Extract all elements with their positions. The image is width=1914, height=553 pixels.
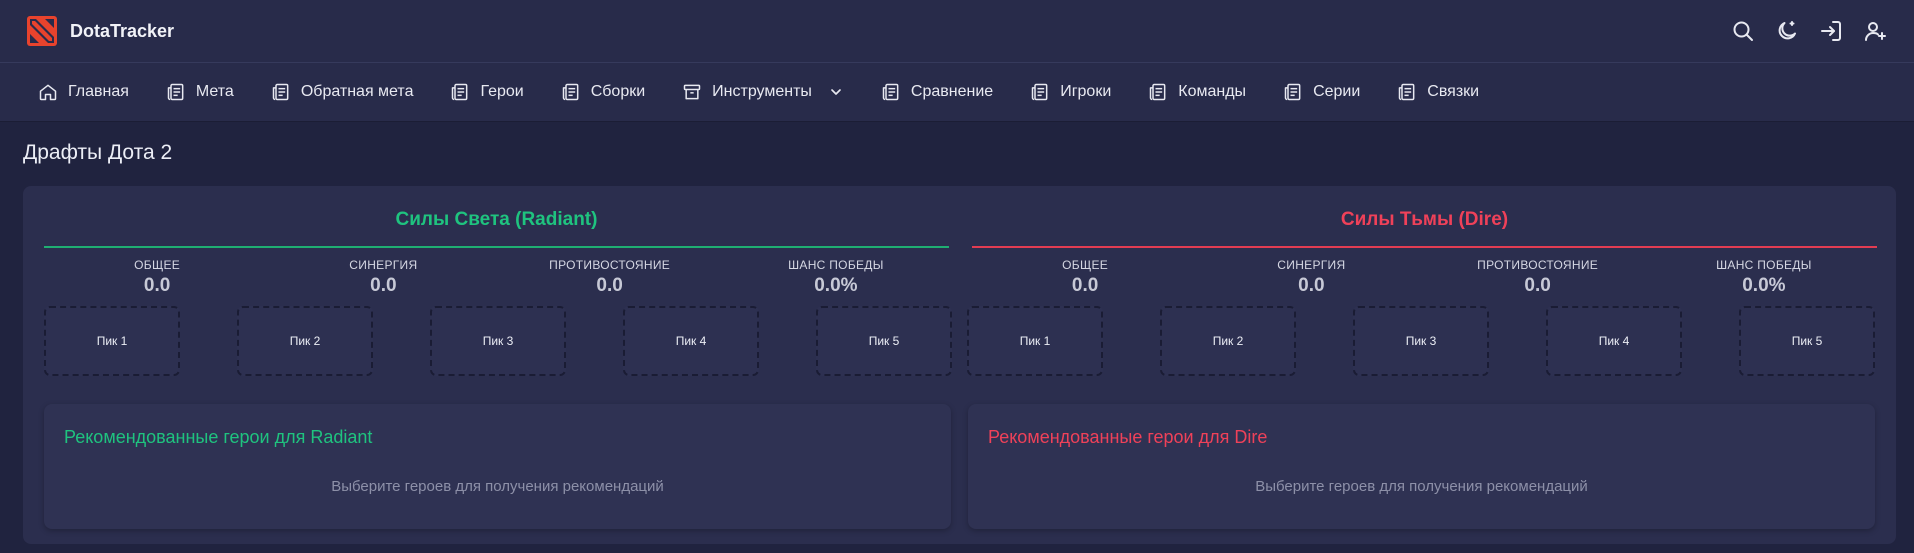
radiant-pick-slot-4[interactable]: Пик 4: [623, 306, 759, 376]
nav-item-label: Связки: [1427, 83, 1480, 100]
radiant-rec-title: Рекомендованные герои для Radiant: [64, 427, 373, 447]
dire-divider: [972, 246, 1877, 248]
nav-item-label: Обратная мета: [300, 83, 414, 100]
dire-rec-title: Рекомендованные герои для Dire: [988, 427, 1268, 447]
radiant-stats: ОБЩЕЕ 0.0 СИНЕРГИЯ 0.0 ПРОТИВОСТОЯНИЕ 0.…: [44, 258, 949, 297]
stat-value: 0.0%: [1742, 275, 1786, 296]
nav-item-11[interactable]: Связки: [1397, 82, 1479, 102]
dire-section: Силы Тьмы (Dire) ОБЩЕЕ 0.0 СИНЕРГИЯ 0.0 …: [967, 186, 1877, 376]
stat-value: 0.0: [1071, 275, 1099, 296]
nav-item-7[interactable]: Сравнение: [881, 82, 993, 102]
stat-value: 0.0: [1524, 275, 1551, 296]
radiant-picks: Пик 1 Пик 2 Пик 3 Пик 4 Пик 5: [44, 306, 952, 376]
radiant-pick-slot-5[interactable]: Пик 5: [816, 306, 952, 376]
radiant-pick-slot-2[interactable]: Пик 2: [237, 306, 373, 376]
nav-item-label: Главная: [68, 83, 129, 100]
stat-value: 0.0: [370, 275, 397, 296]
stat-label: СИНЕРГИЯ: [1277, 258, 1346, 272]
newspaper-icon: [1283, 82, 1303, 102]
dire-rec-hint: Выберите героев для получения рекомендац…: [1255, 478, 1588, 495]
newspaper-icon: [1397, 82, 1417, 102]
radiant-stat-winrate: ШАНС ПОБЕДЫ 0.0%: [746, 258, 926, 297]
stat-label: ОБЩЕЕ: [1062, 258, 1109, 272]
nav-item-label: Сборки: [590, 83, 646, 100]
dire-stat-counter: ПРОТИВОСТОЯНИЕ 0.0: [1448, 258, 1628, 297]
top-bar: DotaTracker: [0, 0, 1914, 63]
nav-item-label: Герои: [480, 83, 524, 100]
dire-pick-slot-2[interactable]: Пик 2: [1160, 306, 1296, 376]
dire-picks: Пик 1 Пик 2 Пик 3 Пик 4 Пик 5: [967, 306, 1877, 376]
nav-item-10[interactable]: Серии: [1283, 82, 1360, 102]
dire-stats: ОБЩЕЕ 0.0 СИНЕРГИЯ 0.0 ПРОТИВОСТОЯНИЕ 0.…: [972, 258, 1877, 297]
newspaper-icon: [881, 82, 901, 102]
newspaper-icon: [1148, 82, 1168, 102]
home-icon: [38, 82, 58, 102]
dire-pick-slot-4[interactable]: Пик 4: [1546, 306, 1682, 376]
dire-pick-slot-3[interactable]: Пик 3: [1353, 306, 1489, 376]
nav-item-label: Мета: [195, 83, 234, 100]
main-nav: Главная Мета Обратная мета Герои Сборки Инстр…: [0, 63, 1914, 122]
radiant-stat-counter: ПРОТИВОСТОЯНИЕ 0.0: [520, 258, 700, 297]
nav-item-label: Игроки: [1060, 83, 1112, 100]
nav-item-9[interactable]: Команды: [1148, 82, 1246, 102]
stat-label: ШАНС ПОБЕДЫ: [788, 258, 884, 272]
nav-item-4[interactable]: Герои: [450, 82, 524, 102]
stat-label: ПРОТИВОСТОЯНИЕ: [549, 258, 671, 272]
dire-stat-winrate: ШАНС ПОБЕДЫ 0.0%: [1674, 258, 1854, 297]
radiant-stat-synergy: СИНЕРГИЯ 0.0: [293, 258, 473, 297]
dire-pick-slot-5[interactable]: Пик 5: [1739, 306, 1875, 376]
nav-item-1[interactable]: Главная: [38, 82, 129, 102]
stat-value: 0.0: [596, 275, 623, 296]
nav-item-8[interactable]: Игроки: [1030, 82, 1111, 102]
nav-item-label: Инструменты: [712, 83, 812, 100]
page-title: Драфты Дота 2: [23, 141, 173, 164]
radiant-pick-slot-3[interactable]: Пик 3: [430, 306, 566, 376]
newspaper-icon: [450, 82, 470, 102]
stat-value: 0.0: [143, 275, 171, 296]
stat-label: ШАНС ПОБЕДЫ: [1716, 258, 1812, 272]
stat-label: ОБЩЕЕ: [134, 258, 181, 272]
archive-icon: [682, 82, 702, 102]
nav-item-3[interactable]: Обратная мета: [271, 82, 414, 102]
dire-title: Силы Тьмы (Dire): [1340, 209, 1509, 230]
nav-item-label: Команды: [1178, 83, 1247, 100]
dire-pick-slot-1[interactable]: Пик 1: [967, 306, 1103, 376]
nav-item-6[interactable]: Инструменты: [682, 82, 844, 102]
nav-item-label: Сравнение: [910, 83, 994, 100]
radiant-rec-hint: Выберите героев для получения рекомендац…: [331, 478, 664, 495]
dota-logo-icon: [27, 16, 57, 46]
radiant-section: Силы Света (Radiant) ОБЩЕЕ 0.0 СИНЕРГИЯ …: [44, 186, 952, 376]
moon-icon[interactable]: [1775, 19, 1799, 43]
radiant-pick-slot-1[interactable]: Пик 1: [44, 306, 180, 376]
newspaper-icon: [561, 82, 581, 102]
stat-label: ПРОТИВОСТОЯНИЕ: [1477, 258, 1599, 272]
nav-item-label: Серии: [1313, 83, 1361, 100]
search-icon[interactable]: [1731, 19, 1755, 43]
brand-name: DotaTracker: [70, 20, 175, 41]
dire-stat-synergy: СИНЕРГИЯ 0.0: [1221, 258, 1401, 297]
newspaper-icon: [271, 82, 291, 102]
newspaper-icon: [1030, 82, 1050, 102]
radiant-title: Силы Света (Radiant): [395, 209, 598, 230]
draft-panel: Силы Света (Radiant) ОБЩЕЕ 0.0 СИНЕРГИЯ …: [23, 186, 1896, 544]
radiant-divider: [44, 246, 949, 248]
dire-recommendations: Рекомендованные герои для Dire Выберите …: [968, 404, 1875, 529]
dire-stat-overall: ОБЩЕЕ 0.0: [995, 258, 1175, 297]
add-user-icon[interactable]: [1863, 19, 1887, 43]
stat-label: СИНЕРГИЯ: [349, 258, 418, 272]
chevron-down-icon: [828, 84, 844, 100]
logo-link[interactable]: DotaTracker: [27, 16, 174, 46]
nav-item-5[interactable]: Сборки: [561, 82, 645, 102]
newspaper-icon: [166, 82, 186, 102]
stat-value: 0.0: [1298, 275, 1325, 296]
stat-value: 0.0%: [814, 275, 858, 296]
login-icon[interactable]: [1819, 19, 1843, 43]
radiant-stat-overall: ОБЩЕЕ 0.0: [67, 258, 247, 297]
nav-item-2[interactable]: Мета: [166, 82, 234, 102]
radiant-recommendations: Рекомендованные герои для Radiant Выбери…: [44, 404, 951, 529]
